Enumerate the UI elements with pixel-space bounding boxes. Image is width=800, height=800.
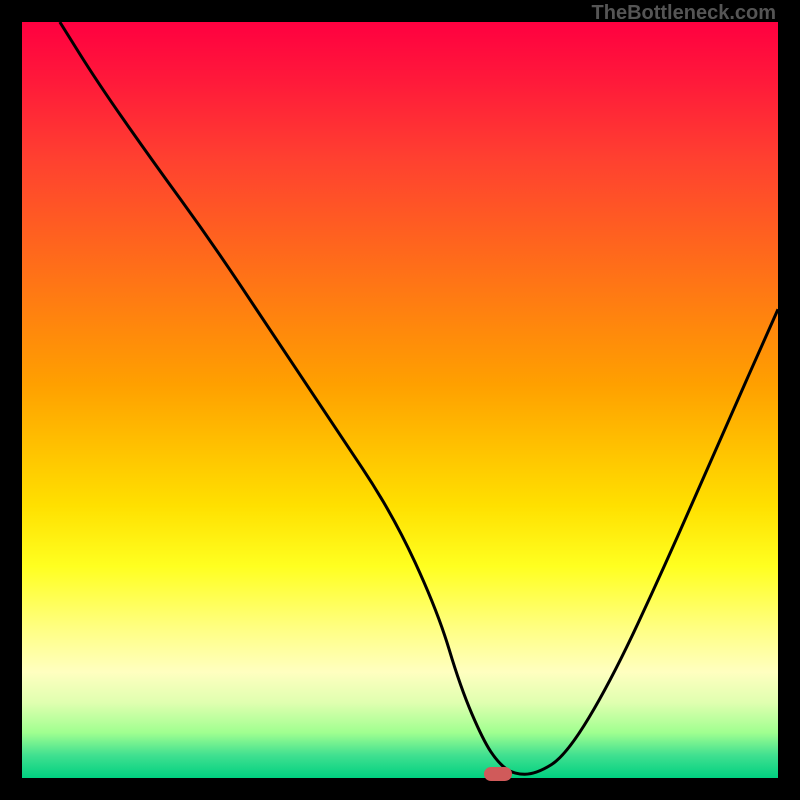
bottleneck-curve: [22, 22, 778, 778]
optimal-marker: [484, 767, 512, 781]
watermark-text: TheBottleneck.com: [592, 2, 776, 25]
chart-container: TheBottleneck.com: [0, 0, 800, 800]
